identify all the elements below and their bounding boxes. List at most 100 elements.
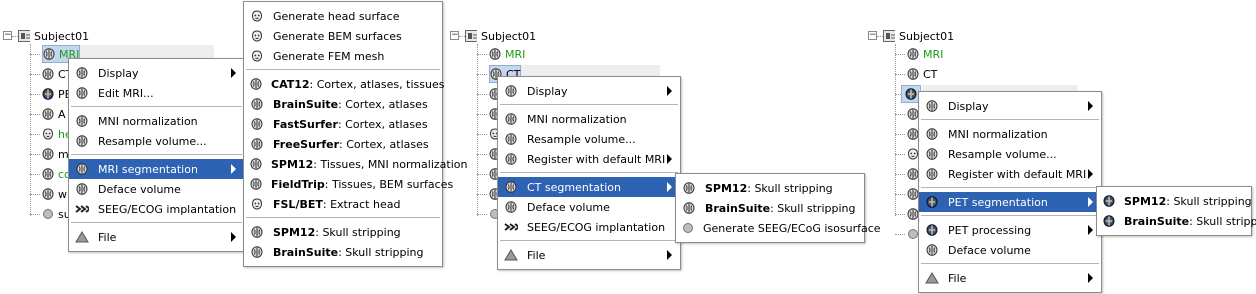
collapse-icon[interactable]: − [868, 31, 877, 40]
tree-node-su[interactable]: su [42, 205, 71, 223]
menu-item-label: Generate SEEG/ECoG isosurface [703, 221, 881, 235]
segmentation-submenu: SPM12: Skull stripping BrainSuite: Skull … [1096, 186, 1256, 236]
segmentation-submenu: Generate head surface Generate BEM surfac… [243, 1, 467, 267]
menu-item-deface-volume[interactable]: Deface volume [69, 179, 244, 199]
tree-node-w[interactable]: w [42, 185, 67, 203]
brain-icon [250, 177, 262, 191]
file-icon [504, 248, 518, 262]
menu-item-seeg-ecog-implantation[interactable]: SEEG/ECOG implantation [69, 199, 244, 219]
menu-item-brainsuite-skull-stripping[interactable]: BrainSuite: Skull stripping [244, 242, 442, 262]
menu-item-mni-normalization[interactable]: MNI normalization [69, 111, 244, 131]
menu-item-label: MRI segmentation [98, 162, 198, 176]
submenu-arrow-icon [231, 68, 236, 78]
menu-separator [921, 263, 1099, 264]
menu-separator [921, 119, 1099, 120]
menu-item-tool: CAT12 [271, 77, 310, 91]
sphere-icon [42, 208, 54, 220]
menu-item-file[interactable]: File [498, 245, 680, 265]
menu-item-seeg-ecog-implantation[interactable]: SEEG/ECOG implantation [498, 217, 680, 237]
collapse-icon[interactable]: − [3, 31, 12, 40]
menu-separator [500, 104, 678, 105]
menu-item-pet-segmentation[interactable]: PET segmentation [919, 192, 1101, 212]
menu-item-brainsuite-skull-stripping[interactable]: BrainSuite: Skull stripping [1097, 211, 1256, 231]
tree-node-ct[interactable]: CT [907, 65, 937, 83]
menu-item-generate-bem-surfaces[interactable]: Generate BEM surfaces [244, 26, 442, 46]
menu-item-label: Register with default MRI [948, 167, 1087, 181]
brain-icon [75, 66, 89, 80]
menu-item-file[interactable]: File [919, 268, 1101, 288]
submenu-arrow-icon [1088, 169, 1093, 179]
submenu-arrow-icon [1088, 197, 1093, 207]
menu-item-label: File [527, 248, 546, 262]
menu-item-label: MNI normalization [527, 112, 627, 126]
menu-item-spm12-skull-stripping[interactable]: SPM12: Skull stripping [1097, 191, 1252, 211]
brain-icon [250, 225, 264, 239]
menu-item-display[interactable]: Display [498, 81, 680, 101]
menu-item-register-with-default-mri[interactable]: Register with default MRI [919, 164, 1101, 184]
tree-node-mri[interactable]: MRI [907, 45, 943, 63]
menu-item-tool: BrainSuite [273, 245, 339, 259]
menu-item-mri-segmentation[interactable]: MRI segmentation [69, 159, 244, 179]
menu-item-edit-mri[interactable]: Edit MRI... [69, 83, 244, 103]
menu-item-register-with-default-mri[interactable]: Register with default MRI [498, 149, 680, 169]
menu-item-label: Display [98, 66, 139, 80]
menu-item-generate-head-surface[interactable]: Generate head surface [244, 6, 442, 26]
menu-item-freesurfer-cortex-atlases[interactable]: FreeSurfer: Cortex, atlases [244, 134, 442, 154]
menu-item-resample-volume[interactable]: Resample volume... [498, 129, 680, 149]
menu-item-pet-processing[interactable]: PET processing [919, 220, 1101, 240]
menu-item-display[interactable]: Display [919, 96, 1101, 116]
brain-icon [504, 180, 518, 194]
brain-icon [250, 97, 264, 111]
menu-item-label: MNI normalization [948, 127, 1048, 141]
tree-node-mri[interactable]: MRI [489, 45, 525, 63]
menu-item-fieldtrip-tissues-bem-surfaces[interactable]: FieldTrip: Tissues, BEM surfaces [244, 174, 453, 194]
menu-item-spm12-skull-stripping[interactable]: SPM12: Skull stripping [676, 178, 864, 198]
menu-separator [500, 240, 678, 241]
context-menu: Display Edit MRI... MNI normalization Resam… [68, 58, 245, 252]
menu-item-brainsuite-cortex-atlases[interactable]: BrainSuite: Cortex, atlases [244, 94, 442, 114]
menu-item-generate-fem-mesh[interactable]: Generate FEM mesh [244, 46, 442, 66]
menu-item-label: Resample volume... [948, 147, 1057, 161]
menu-item-fastsurfer-cortex-atlases[interactable]: FastSurfer: Cortex, atlases [244, 114, 442, 134]
subject-node[interactable]: Subject01 [883, 27, 954, 45]
subject-icon [465, 30, 477, 42]
menu-item-label: Resample volume... [98, 134, 207, 148]
menu-item-deface-volume[interactable]: Deface volume [498, 197, 680, 217]
submenu-arrow-icon [231, 232, 236, 242]
menu-item-tool: SPM12 [271, 157, 314, 171]
menu-item-label: : Skull stripping [747, 181, 833, 195]
menu-item-cat12-cortex-atlases-tissues[interactable]: CAT12: Cortex, atlases, tissues [244, 74, 445, 94]
menu-item-label: SEEG/ECOG implantation [98, 202, 237, 216]
menu-item-mni-normalization[interactable]: MNI normalization [919, 124, 1101, 144]
collapse-icon[interactable]: − [450, 31, 459, 40]
subject-node[interactable]: Subject01 [18, 27, 89, 45]
tree-node-a[interactable]: A [42, 105, 66, 123]
menu-item-label: Resample volume... [527, 132, 636, 146]
menu-item-ct-segmentation[interactable]: CT segmentation [498, 177, 680, 197]
menu-item-label: : Cortex, atlases [337, 117, 428, 131]
menu-item-generate-seeg-ecog-isosurface[interactable]: Generate SEEG/ECoG isosurface [676, 218, 881, 238]
menu-item-display[interactable]: Display [69, 63, 244, 83]
menu-item-file[interactable]: File [69, 227, 244, 247]
tree-node-co[interactable]: co [42, 165, 71, 183]
menu-item-mni-normalization[interactable]: MNI normalization [498, 109, 680, 129]
menu-item-resample-volume[interactable]: Resample volume... [69, 131, 244, 151]
menu-item-resample-volume[interactable]: Resample volume... [919, 144, 1101, 164]
menu-item-brainsuite-skull-stripping[interactable]: BrainSuite: Skull stripping [676, 198, 864, 218]
menu-item-label: : Skull stripping [770, 201, 856, 215]
subject-node[interactable]: Subject01 [465, 27, 536, 45]
seeg-icon [504, 220, 518, 234]
file-icon [925, 271, 939, 285]
head-icon [250, 197, 264, 211]
menu-item-spm12-tissues-mni-normalization[interactable]: SPM12: Tissues, MNI normalization [244, 154, 467, 174]
menu-item-label: : Cortex, atlases [339, 137, 429, 151]
menu-separator [246, 69, 440, 70]
menu-item-label: : Cortex, atlases, tissues [309, 77, 445, 91]
file-icon [75, 230, 89, 244]
menu-item-deface-volume[interactable]: Deface volume [919, 240, 1101, 260]
menu-item-spm12-skull-stripping[interactable]: SPM12: Skull stripping [244, 222, 442, 242]
submenu-arrow-icon [1088, 273, 1093, 283]
menu-item-label: : Cortex, atlases [338, 97, 428, 111]
menu-item-label: Edit MRI... [98, 86, 154, 100]
menu-item-fsl-bet-extract-head[interactable]: FSL/BET: Extract head [244, 194, 442, 214]
